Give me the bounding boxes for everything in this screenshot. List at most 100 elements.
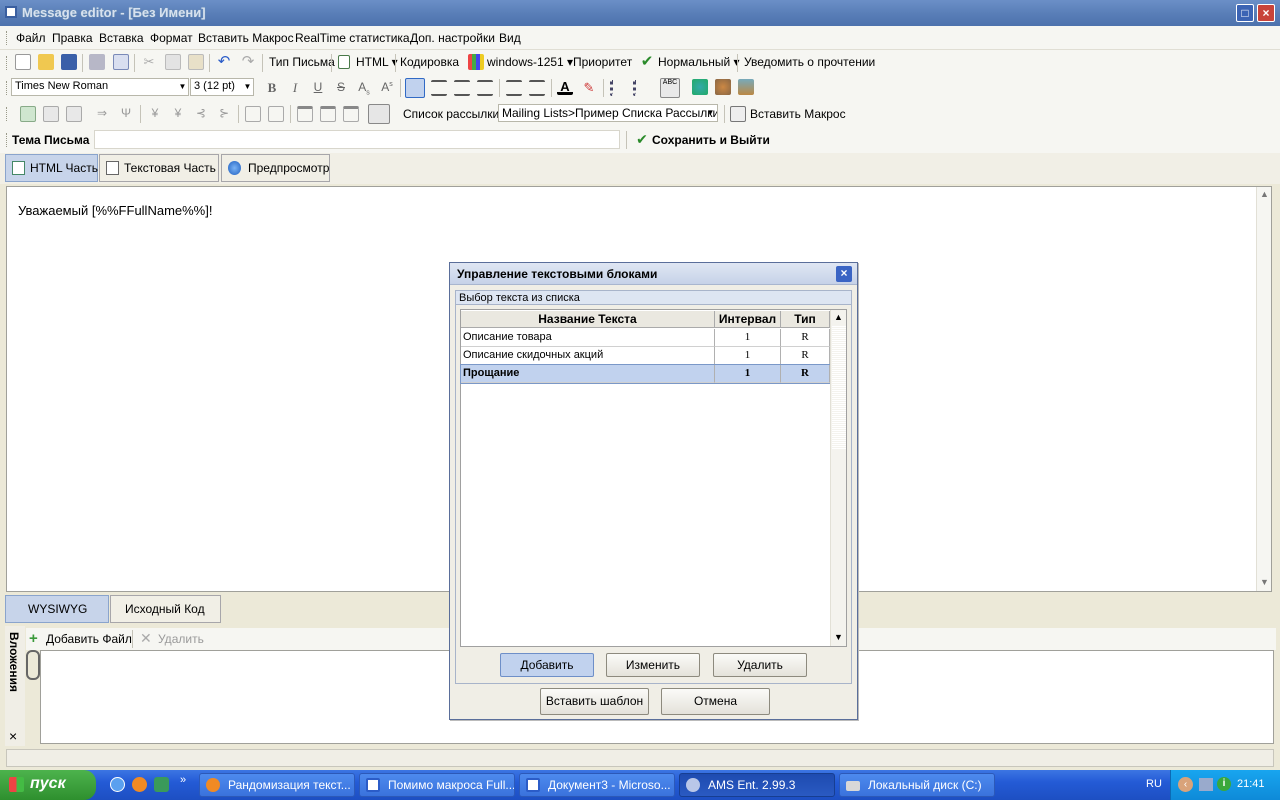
row-top-icon[interactable]: [297, 106, 313, 122]
toolbar-grip[interactable]: [6, 81, 9, 95]
undo-icon[interactable]: ↶: [216, 54, 232, 70]
read-receipt-button[interactable]: Уведомить о прочтении: [744, 55, 875, 69]
row-middle-icon[interactable]: [320, 106, 336, 122]
app-quicklaunch-icon[interactable]: [154, 777, 169, 792]
split-vertical-icon[interactable]: ¥: [170, 106, 186, 122]
menu-file[interactable]: Файл: [16, 31, 46, 45]
letter-type-button[interactable]: Тип Письма: [269, 55, 335, 69]
menu-insert-macro[interactable]: Вставить Макрос: [198, 31, 294, 45]
scroll-down-icon[interactable]: ▼: [1257, 577, 1272, 587]
bullet-list-icon[interactable]: [610, 80, 626, 96]
text-color-icon[interactable]: A: [557, 79, 573, 95]
toolbar-grip[interactable]: [6, 31, 9, 45]
encoding-dropdown[interactable]: windows-1251 ▾: [487, 55, 573, 69]
scroll-up-icon[interactable]: ▲: [831, 312, 846, 322]
col-header-type[interactable]: Тип: [781, 311, 830, 328]
split-cell-icon[interactable]: ⊱: [216, 106, 232, 122]
table-row-selected[interactable]: Прощание 1 R: [460, 364, 831, 384]
chevron-down-icon[interactable]: ▼: [705, 105, 716, 121]
toolbar-grip[interactable]: [6, 133, 9, 147]
strikethrough-icon[interactable]: S: [333, 80, 349, 96]
align-right-icon[interactable]: [454, 80, 470, 96]
highlight-icon[interactable]: ✎: [581, 80, 597, 96]
table-row[interactable]: Описание товара 1 R: [461, 329, 830, 347]
scroll-track[interactable]: [832, 326, 846, 450]
numbered-list-icon[interactable]: [633, 80, 649, 96]
underline-icon[interactable]: U: [310, 80, 326, 96]
paste-icon[interactable]: [188, 54, 204, 70]
taskbar-window-1[interactable]: Рандомизация текст...: [199, 773, 355, 797]
link-icon[interactable]: [692, 79, 708, 95]
taskbar-window-4[interactable]: AMS Ent. 2.99.3: [679, 773, 835, 797]
table-props-icon[interactable]: [245, 106, 261, 122]
cut-icon[interactable]: ✂: [141, 54, 157, 70]
subscript-icon[interactable]: As: [356, 80, 372, 96]
insert-template-button[interactable]: Вставить шаблон: [540, 688, 649, 715]
chevron-down-icon[interactable]: ▼: [242, 79, 253, 95]
dialog-titlebar[interactable]: Управление текстовыми блоками ×: [450, 263, 857, 285]
font-family-select[interactable]: Times New Roman: [11, 78, 189, 96]
taskbar-window-5[interactable]: Локальный диск (C:): [839, 773, 995, 797]
start-button[interactable]: пуск: [0, 770, 96, 800]
col-header-interval[interactable]: Интервал: [715, 311, 781, 328]
toolbar-grip[interactable]: [6, 56, 9, 70]
tab-html-part[interactable]: HTML Часть: [5, 154, 98, 182]
language-indicator[interactable]: RU: [1146, 778, 1162, 790]
maximize-button[interactable]: □: [1236, 4, 1254, 22]
firefox-quicklaunch-icon[interactable]: [132, 777, 147, 792]
indent-icon[interactable]: [506, 80, 522, 96]
add-block-button[interactable]: Добавить: [500, 653, 594, 677]
dialog-close-icon[interactable]: ×: [836, 266, 852, 282]
menu-insert[interactable]: Вставка: [99, 31, 144, 45]
menu-extra-settings[interactable]: Доп. настройки: [410, 31, 495, 45]
add-file-button[interactable]: Добавить Файл: [46, 632, 132, 646]
mailing-list-select[interactable]: Mailing Lists>Пример Списка Рассылки: [498, 104, 718, 122]
spellcheck-icon[interactable]: ABC: [660, 78, 680, 98]
menu-edit[interactable]: Правка: [52, 31, 93, 45]
open-folder-icon[interactable]: [38, 54, 54, 70]
superscript-icon[interactable]: As: [379, 80, 395, 96]
insert-table-icon[interactable]: [368, 104, 390, 124]
format-dropdown[interactable]: HTML ▾: [356, 55, 398, 69]
app-icon[interactable]: [5, 6, 17, 18]
taskbar-window-3[interactable]: Документ3 - Microso...: [519, 773, 675, 797]
security-icon[interactable]: i: [1217, 777, 1231, 791]
menu-format[interactable]: Формат: [150, 31, 193, 45]
taskbar-window-2[interactable]: Помимо макроса Full...: [359, 773, 515, 797]
grid-scrollbar[interactable]: ▲ ▼: [830, 310, 846, 646]
table-row[interactable]: Описание скидочных акций 1 R: [461, 347, 830, 365]
copy-icon[interactable]: [165, 54, 181, 70]
close-attachments-icon[interactable]: ×: [9, 728, 17, 744]
scroll-down-icon[interactable]: ▼: [831, 632, 846, 642]
insert-column-icon[interactable]: [43, 106, 59, 122]
ie-quicklaunch-icon[interactable]: [110, 777, 125, 792]
split-horizontal-icon[interactable]: ⊰: [193, 106, 209, 122]
cell-props-icon[interactable]: [268, 106, 284, 122]
align-justify-icon[interactable]: [477, 80, 493, 96]
save-exit-button[interactable]: Сохранить и Выйти: [652, 133, 770, 147]
insert-row-icon[interactable]: [20, 106, 36, 122]
tab-text-part[interactable]: Текстовая Часть: [99, 154, 219, 182]
tab-wysiwyg[interactable]: WYSIWYG: [5, 595, 109, 623]
tab-source-code[interactable]: Исходный Код: [110, 595, 221, 623]
subject-input[interactable]: [94, 130, 620, 149]
network-icon[interactable]: [1199, 778, 1213, 791]
print-preview-icon[interactable]: [113, 54, 129, 70]
toolbar-grip[interactable]: [6, 107, 9, 121]
window-titlebar[interactable]: Message editor - [Без Имени] □ ×: [0, 0, 1280, 26]
outdent-icon[interactable]: [529, 80, 545, 96]
chevron-down-icon[interactable]: ▼: [177, 79, 188, 95]
italic-icon[interactable]: I: [287, 80, 303, 96]
editor-content[interactable]: Уважаемый [%%FFullName%%]!: [18, 203, 212, 218]
insert-macro-button[interactable]: Вставить Макрос: [750, 107, 846, 121]
menu-view[interactable]: Вид: [499, 31, 521, 45]
clock[interactable]: 21:41: [1237, 778, 1265, 790]
save-icon[interactable]: [61, 54, 77, 70]
delete-cell-icon[interactable]: [66, 106, 82, 122]
tab-preview[interactable]: Предпросмотр: [221, 154, 330, 182]
editor-scrollbar[interactable]: ▲ ▼: [1256, 187, 1271, 591]
tray-expand-icon[interactable]: ‹: [1178, 777, 1193, 792]
menu-realtime-stats[interactable]: RealTime статистика: [295, 31, 410, 45]
merge-down-icon[interactable]: Ψ: [118, 106, 134, 122]
redo-icon[interactable]: ↷: [240, 54, 256, 70]
